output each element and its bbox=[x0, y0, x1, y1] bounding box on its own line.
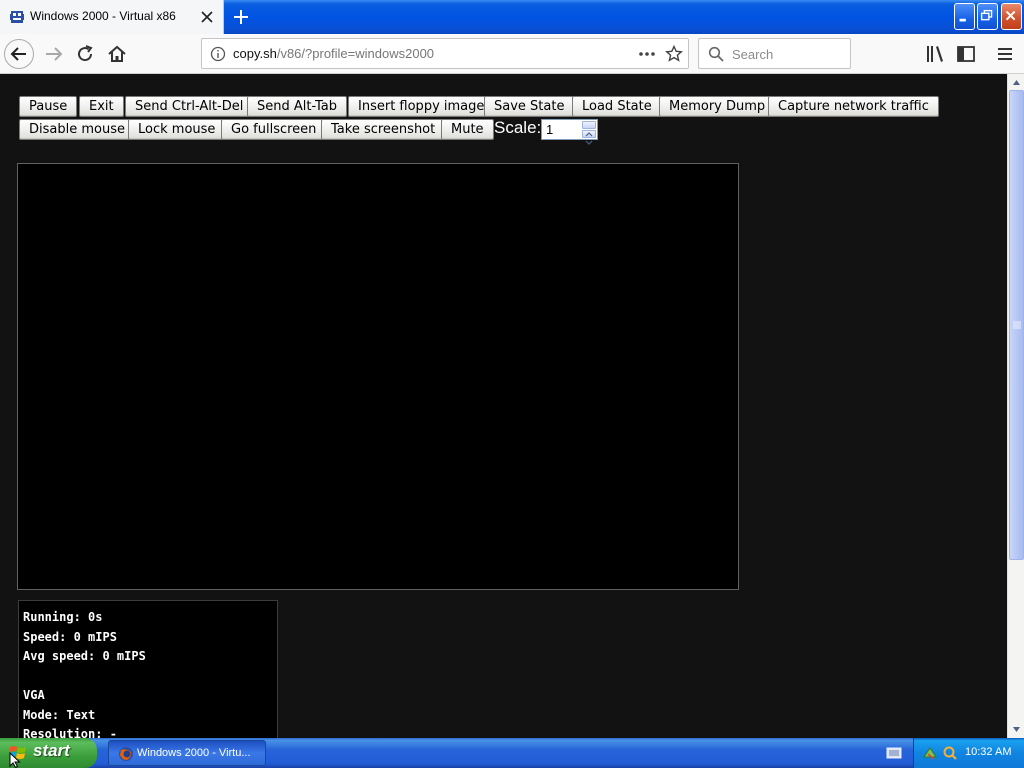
reload-icon[interactable] bbox=[73, 42, 97, 66]
taskbar: start Windows 2000 - Virtu... 10:32 AM bbox=[0, 738, 1024, 768]
mute-button[interactable]: Mute bbox=[441, 119, 494, 140]
scale-value: 1 bbox=[546, 122, 554, 137]
tab-title: Windows 2000 - Virtual x86 bbox=[30, 9, 176, 23]
url-text: copy.sh/v86/?profile=windows2000 bbox=[233, 46, 434, 61]
running-time: Running: 0s bbox=[23, 610, 103, 624]
vga-heading: VGA bbox=[23, 688, 45, 702]
send-alt-tab-button[interactable]: Send Alt-Tab bbox=[247, 96, 347, 117]
browser-tab[interactable]: Windows 2000 - Virtual x86 bbox=[0, 0, 224, 34]
network-icon[interactable] bbox=[922, 745, 938, 761]
keyboard-language-icon[interactable] bbox=[886, 746, 902, 760]
exit-button[interactable]: Exit bbox=[79, 96, 124, 117]
speed: Speed: 0 mIPS bbox=[23, 629, 117, 644]
load-state-button[interactable]: Load State bbox=[572, 96, 662, 117]
system-tray: 10:32 AM bbox=[913, 738, 1024, 768]
firefox-icon bbox=[119, 747, 133, 761]
page-actions-icon[interactable] bbox=[638, 47, 656, 61]
runtime-info-panel: Running: 0s Speed: 0 mIPS Avg speed: 0 m… bbox=[18, 600, 278, 738]
fullscreen-button[interactable]: Go fullscreen bbox=[221, 119, 327, 140]
pause-button[interactable]: Pause bbox=[19, 96, 78, 117]
disable-mouse-button[interactable]: Disable mouse bbox=[19, 119, 135, 140]
taskbar-item-firefox[interactable]: Windows 2000 - Virtu... bbox=[108, 740, 266, 766]
scale-label: Scale: bbox=[494, 118, 542, 137]
browser-tab-strip: Windows 2000 - Virtual x86 bbox=[0, 0, 1024, 34]
v86-favicon-icon bbox=[10, 11, 24, 23]
scale-spinner[interactable] bbox=[582, 121, 596, 145]
scroll-grip-icon bbox=[1013, 321, 1021, 329]
clock[interactable]: 10:32 AM bbox=[965, 746, 1011, 758]
scroll-down-icon[interactable] bbox=[1009, 722, 1024, 737]
take-screenshot-button[interactable]: Take screenshot bbox=[321, 119, 446, 140]
save-state-button[interactable]: Save State bbox=[484, 96, 575, 117]
url-host: copy.sh bbox=[233, 46, 277, 61]
navigation-bar: copy.sh/v86/?profile=windows2000 bbox=[0, 34, 1024, 74]
taskbar-item-label: Windows 2000 - Virtu... bbox=[137, 747, 251, 759]
search-icon bbox=[708, 46, 724, 62]
scale-input[interactable]: 1 bbox=[541, 119, 598, 145]
site-info-icon[interactable] bbox=[210, 46, 226, 62]
search-tray-icon[interactable] bbox=[942, 745, 958, 761]
close-icon bbox=[1005, 10, 1016, 21]
vertical-scrollbar[interactable] bbox=[1007, 74, 1024, 738]
page-content: Pause Exit Send Ctrl-Alt-Del Send Alt-Ta… bbox=[0, 74, 1007, 738]
avg-speed: Avg speed: 0 mIPS bbox=[23, 649, 146, 663]
search-input[interactable] bbox=[730, 45, 845, 63]
capture-network-button[interactable]: Capture network traffic bbox=[768, 96, 939, 117]
minimize-icon bbox=[959, 18, 966, 22]
scroll-up-icon[interactable] bbox=[1009, 75, 1024, 90]
spin-up-icon[interactable] bbox=[582, 121, 596, 137]
vga-resolution: Resolution: - bbox=[23, 727, 117, 738]
chevron-down-icon bbox=[585, 140, 593, 145]
sidebar-icon[interactable] bbox=[954, 42, 978, 66]
emulator-screen[interactable] bbox=[17, 163, 739, 590]
address-bar[interactable]: copy.sh/v86/?profile=windows2000 bbox=[201, 38, 689, 69]
search-bar[interactable] bbox=[698, 38, 851, 69]
back-button[interactable] bbox=[4, 39, 34, 69]
scrollbar-thumb[interactable] bbox=[1009, 90, 1024, 560]
mouse-cursor-icon bbox=[9, 752, 21, 768]
close-window-button[interactable] bbox=[1001, 3, 1022, 30]
restore-window-button[interactable] bbox=[977, 3, 998, 30]
library-icon[interactable] bbox=[923, 42, 947, 66]
bookmark-star-icon[interactable] bbox=[665, 45, 683, 63]
spin-down-icon[interactable] bbox=[582, 130, 596, 145]
memory-dump-button[interactable]: Memory Dump bbox=[659, 96, 776, 117]
minimize-window-button[interactable] bbox=[954, 3, 975, 30]
vga-mode: Mode: Text bbox=[23, 707, 96, 722]
back-arrow-icon bbox=[10, 47, 26, 61]
start-label: start bbox=[33, 741, 70, 760]
send-ctrl-alt-del-button[interactable]: Send Ctrl-Alt-Del bbox=[125, 96, 254, 117]
new-tab-icon[interactable] bbox=[231, 7, 251, 27]
close-tab-icon[interactable] bbox=[200, 10, 214, 24]
menu-icon[interactable] bbox=[993, 42, 1017, 66]
url-path: /v86/?profile=windows2000 bbox=[276, 46, 435, 61]
restore-icon bbox=[980, 9, 993, 21]
forward-arrow-icon[interactable] bbox=[42, 42, 66, 66]
home-icon[interactable] bbox=[105, 42, 129, 66]
lock-mouse-button[interactable]: Lock mouse bbox=[128, 119, 226, 140]
insert-floppy-button[interactable]: Insert floppy image bbox=[348, 96, 495, 117]
